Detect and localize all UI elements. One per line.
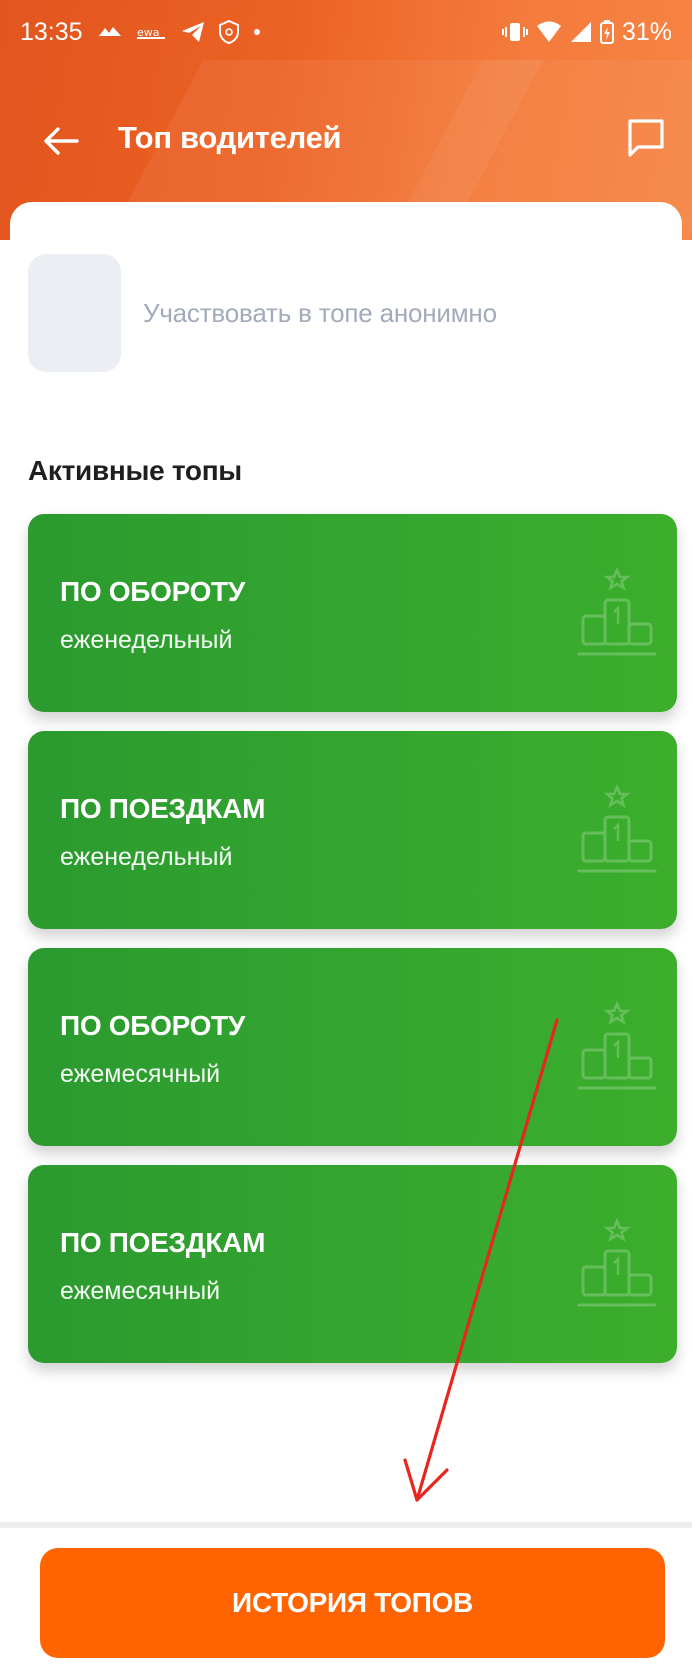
status-time: 13:35 xyxy=(20,17,83,46)
top-card-period: еженедельный xyxy=(60,843,233,871)
shield-icon xyxy=(218,20,239,44)
anonymous-label: Участвовать в топе анонимно xyxy=(143,297,497,328)
top-card-period: ежемесячный xyxy=(60,1277,221,1305)
app-bar: Топ водителей xyxy=(0,100,692,180)
page-title: Топ водителей xyxy=(118,120,342,155)
vibrate-icon xyxy=(501,21,528,43)
status-bar: 13:35 ewa 31% xyxy=(0,0,692,64)
battery-percent: 31% xyxy=(621,17,672,46)
wifi-icon xyxy=(536,21,562,43)
top-card-trips-weekly[interactable]: ПО ПОЕЗДКАМ еженедельный xyxy=(28,731,677,929)
taxi-icon xyxy=(97,24,123,40)
top-card-period: еженедельный xyxy=(60,626,233,654)
top-card-trips-monthly[interactable]: ПО ПОЕЗДКАМ ежемесячный xyxy=(28,1165,677,1363)
top-card-turnover-weekly[interactable]: ПО ОБОРОТУ еженедельный xyxy=(28,514,677,712)
telegram-icon xyxy=(181,21,205,43)
podium-icon xyxy=(577,783,657,873)
podium-icon xyxy=(577,1000,657,1090)
dot-icon xyxy=(253,28,261,36)
chat-bubble-icon xyxy=(628,119,664,157)
top-card-period: ежемесячный xyxy=(60,1060,221,1088)
top-card-title: ПО ОБОРОТУ xyxy=(60,1010,245,1041)
battery-icon xyxy=(599,20,614,44)
top-card-turnover-monthly[interactable]: ПО ОБОРОТУ ежемесячный xyxy=(28,948,677,1146)
anonymous-toggle-row[interactable]: Участвовать в топе анонимно xyxy=(28,253,628,373)
history-button[interactable]: ИСТОРИЯ ТОПОВ xyxy=(40,1548,665,1658)
back-button[interactable] xyxy=(36,116,86,166)
ewa-icon: ewa xyxy=(136,25,167,39)
arrow-left-icon xyxy=(44,127,79,155)
top-card-title: ПО ОБОРОТУ xyxy=(60,576,245,607)
top-card-title: ПО ПОЕЗДКАМ xyxy=(60,1227,266,1258)
top-card-title: ПО ПОЕЗДКАМ xyxy=(60,793,266,824)
chat-button[interactable] xyxy=(618,110,674,166)
podium-icon xyxy=(577,1217,657,1307)
active-tops-heading: Активные топы xyxy=(28,455,242,486)
anonymous-checkbox[interactable] xyxy=(28,254,121,372)
signal-icon xyxy=(570,21,592,43)
podium-icon xyxy=(577,566,657,656)
